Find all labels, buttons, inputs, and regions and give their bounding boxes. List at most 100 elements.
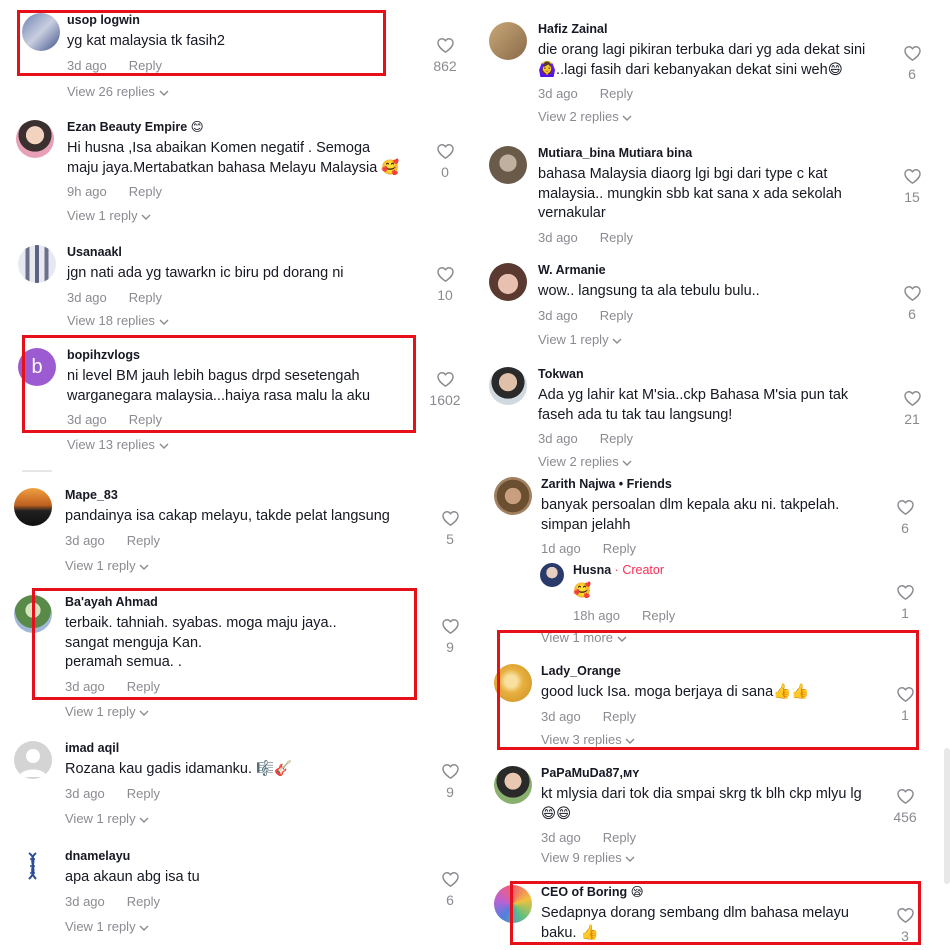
- avatar[interactable]: b: [18, 348, 56, 386]
- like-button[interactable]: 6: [887, 284, 937, 322]
- reply-button[interactable]: Reply: [600, 431, 633, 446]
- like-button[interactable]: 1: [880, 685, 930, 723]
- view-replies-link[interactable]: View 2 replies: [538, 109, 632, 124]
- comment-time: 3d ago: [538, 86, 578, 101]
- avatar[interactable]: [489, 263, 527, 301]
- like-button[interactable]: 5: [425, 509, 475, 547]
- view-more-link[interactable]: View 1 more: [541, 630, 627, 645]
- view-replies-link[interactable]: View 1 reply: [65, 811, 149, 826]
- comment-author[interactable]: Zarith Najwa • Friends: [541, 477, 839, 492]
- like-button[interactable]: 21: [887, 389, 937, 427]
- comment-author[interactable]: Tokwan: [538, 367, 848, 382]
- comment-text: baku. 👍: [541, 924, 599, 941]
- comment-author[interactable]: Mape_83: [65, 488, 390, 503]
- reply-button[interactable]: Reply: [603, 709, 636, 724]
- scrollbar[interactable]: [944, 748, 950, 884]
- comment-author[interactable]: Ba'ayah Ahmad: [65, 595, 337, 610]
- reply-button[interactable]: Reply: [127, 533, 160, 548]
- view-replies-link[interactable]: View 1 reply: [67, 208, 151, 223]
- like-count: 6: [446, 892, 454, 908]
- like-button[interactable]: 456: [880, 787, 930, 825]
- like-button[interactable]: 0: [420, 142, 470, 180]
- comment-text: faseh ada tu tak tau langsung!: [538, 406, 733, 423]
- comment-author[interactable]: Ezan Beauty Empire 😊: [67, 120, 399, 135]
- view-replies-link[interactable]: View 13 replies: [67, 437, 169, 452]
- avatar[interactable]: [14, 488, 52, 526]
- view-replies-link[interactable]: View 18 replies: [67, 313, 169, 328]
- comment-author[interactable]: Husna · Creator: [573, 563, 675, 578]
- comment-author[interactable]: usop logwin: [67, 13, 225, 28]
- reply-button[interactable]: Reply: [127, 894, 160, 909]
- like-button[interactable]: 10: [420, 265, 470, 303]
- avatar[interactable]: [14, 849, 52, 887]
- like-button[interactable]: 6: [880, 498, 930, 536]
- view-replies-link[interactable]: View 1 reply: [65, 919, 149, 934]
- avatar[interactable]: [494, 664, 532, 702]
- view-replies-link[interactable]: View 9 replies: [541, 850, 635, 865]
- like-count: 6: [908, 66, 916, 82]
- like-button[interactable]: 9: [425, 762, 475, 800]
- comment-time: 3d ago: [65, 678, 105, 694]
- comment-author[interactable]: Hafiz Zainal: [538, 22, 865, 37]
- comment-author[interactable]: Mutiara_bina Mutiara bina: [538, 146, 842, 161]
- comment-text: bahasa Malaysia diaorg lgi bgi dari type…: [538, 166, 828, 182]
- avatar[interactable]: [494, 885, 532, 923]
- comment-author[interactable]: dnamelayu: [65, 849, 200, 864]
- like-button[interactable]: 9: [425, 617, 475, 655]
- like-button[interactable]: 862: [420, 36, 470, 74]
- chevron-down-icon: [141, 214, 151, 220]
- avatar[interactable]: [540, 563, 564, 587]
- like-button[interactable]: 6: [887, 44, 937, 82]
- reply-button[interactable]: Reply: [127, 786, 160, 801]
- avatar[interactable]: [489, 367, 527, 405]
- reply-button[interactable]: Reply: [127, 679, 160, 694]
- like-button[interactable]: 3: [880, 906, 930, 944]
- view-replies-link[interactable]: View 3 replies: [541, 732, 635, 747]
- comment-time: 9h ago: [67, 184, 107, 199]
- avatar[interactable]: [494, 766, 532, 804]
- avatar[interactable]: [14, 595, 52, 633]
- view-replies-label: View 1 reply: [67, 208, 138, 223]
- avatar[interactable]: [16, 120, 54, 158]
- avatar[interactable]: [14, 741, 52, 779]
- reply-button[interactable]: Reply: [642, 608, 675, 623]
- comment-author[interactable]: Lady_Orange: [541, 664, 809, 679]
- avatar[interactable]: [18, 245, 56, 283]
- comment-author[interactable]: CEO of Boring 😪: [541, 885, 849, 900]
- comment-author[interactable]: PaPaMuDa87,ᴍʏ: [541, 766, 862, 781]
- comment-text: maju jaya.Mertabatkan bahasa Melayu Mala…: [67, 159, 400, 176]
- comment-text: kt mlysia dari tok dia smpai skrg tk blh…: [541, 786, 862, 802]
- heart-icon: [441, 762, 460, 781]
- view-replies-link[interactable]: View 1 reply: [65, 558, 149, 573]
- avatar[interactable]: [489, 22, 527, 60]
- comment-author[interactable]: Usanaakl: [67, 245, 343, 260]
- comment-author[interactable]: imad aqil: [65, 741, 292, 756]
- reply-button[interactable]: Reply: [129, 412, 162, 427]
- reply-button[interactable]: Reply: [603, 541, 636, 556]
- comment-time: 3d ago: [541, 708, 581, 724]
- like-button[interactable]: 1: [880, 583, 930, 621]
- reply-button[interactable]: Reply: [129, 184, 162, 199]
- friends-badge: Friends: [626, 477, 672, 491]
- avatar[interactable]: [22, 13, 60, 51]
- reply-button[interactable]: Reply: [603, 830, 636, 845]
- comment-text: 🙆‍♀️..lagi fasih dari kebanyakan dekat s…: [538, 61, 843, 78]
- reply-button[interactable]: Reply: [129, 290, 162, 305]
- heart-icon: [903, 44, 922, 63]
- avatar[interactable]: [494, 477, 532, 515]
- like-button[interactable]: 15: [887, 167, 937, 205]
- chevron-down-icon: [139, 817, 149, 823]
- view-replies-link[interactable]: View 2 replies: [538, 454, 632, 469]
- view-replies-link[interactable]: View 1 reply: [65, 704, 149, 719]
- view-replies-link[interactable]: View 1 reply: [538, 332, 622, 347]
- comment-author[interactable]: W. Armanie: [538, 263, 760, 278]
- avatar[interactable]: [489, 146, 527, 184]
- view-replies-link[interactable]: View 26 replies: [67, 84, 169, 99]
- like-button[interactable]: 6: [425, 870, 475, 908]
- like-button[interactable]: 1602: [420, 370, 470, 408]
- comment-author[interactable]: bopihzvlogs: [67, 348, 370, 363]
- reply-button[interactable]: Reply: [129, 58, 162, 73]
- reply-button[interactable]: Reply: [600, 86, 633, 101]
- reply-button[interactable]: Reply: [600, 308, 633, 323]
- reply-button[interactable]: Reply: [600, 230, 633, 245]
